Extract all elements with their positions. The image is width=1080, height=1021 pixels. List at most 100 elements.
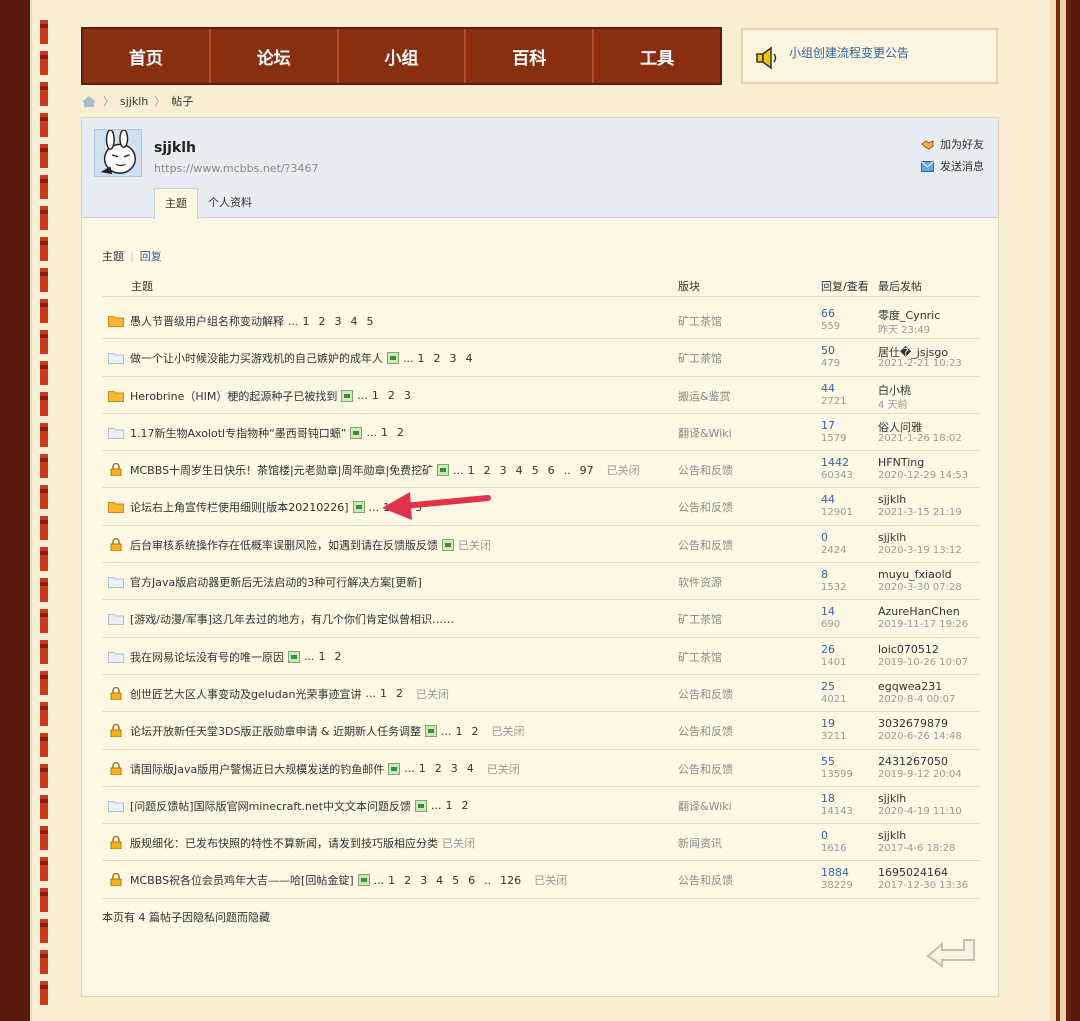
topic-link[interactable]: 愚人节晋级用户组名称变动解释 — [130, 313, 284, 329]
page-link[interactable]: 2 — [335, 650, 342, 663]
reply-count[interactable]: 66 — [821, 307, 835, 320]
last-post-user[interactable]: sjjklh — [878, 792, 906, 805]
folder-icon[interactable] — [108, 575, 124, 589]
page-link[interactable]: 2 — [472, 725, 479, 738]
forum-link[interactable]: 矿工茶馆 — [678, 350, 722, 366]
forum-link[interactable]: 矿工茶馆 — [678, 313, 722, 329]
lock-icon[interactable] — [108, 537, 124, 552]
reply-count[interactable]: 55 — [821, 755, 835, 768]
last-post-user[interactable]: sjjklh — [878, 493, 906, 506]
breadcrumb-user[interactable]: sjjklh — [120, 95, 148, 108]
reply-count[interactable]: 18 — [821, 792, 835, 805]
page-link[interactable]: 1 — [388, 874, 395, 887]
home-icon[interactable] — [81, 95, 97, 108]
forum-link[interactable]: 公告和反馈 — [678, 872, 733, 888]
back-arrow-icon[interactable] — [924, 934, 978, 970]
subtab-replies[interactable]: 回复 — [140, 248, 162, 264]
page-link[interactable]: 1 — [381, 426, 388, 439]
topic-link[interactable]: 官方Java版启动器更新后无法启动的3种可行解决方案[更新] — [130, 574, 422, 590]
page-link[interactable]: .. — [564, 464, 571, 477]
last-post-user[interactable]: 2431267050 — [878, 755, 948, 768]
page-link[interactable]: 2 — [319, 315, 326, 328]
topic-link[interactable]: Herobrine（HIM）梗的起源种子已被找到 — [130, 388, 337, 404]
reply-count[interactable]: 14 — [821, 605, 835, 618]
nav-home[interactable]: 首页 — [83, 29, 211, 83]
page-link[interactable]: 1 — [445, 799, 452, 812]
folder-new-icon[interactable] — [108, 314, 124, 327]
last-post-user[interactable]: muyu_fxiaold — [878, 568, 952, 581]
page-link[interactable]: 3 — [404, 389, 411, 402]
reply-count[interactable]: 1442 — [821, 456, 849, 469]
reply-count[interactable]: 26 — [821, 643, 835, 656]
page-link[interactable]: 6 — [548, 464, 555, 477]
reply-count[interactable]: 44 — [821, 493, 835, 506]
page-link[interactable]: 5 — [367, 315, 374, 328]
lock-icon[interactable] — [108, 724, 124, 738]
forum-link[interactable]: 矿工茶馆 — [678, 649, 722, 665]
last-post-user[interactable]: sjjklh — [878, 829, 906, 842]
page-link[interactable]: 4 — [467, 762, 474, 775]
page-link[interactable]: 1 — [372, 389, 379, 402]
nav-forum[interactable]: 论坛 — [211, 29, 339, 83]
topic-link[interactable]: 论坛右上角宣传栏使用细则[版本20210226] — [130, 499, 349, 515]
lock-icon[interactable] — [108, 761, 124, 776]
tab-profile[interactable]: 个人资料 — [198, 188, 262, 218]
topic-link[interactable]: 请国际版Java版用户警惕近日大规模发送的钓鱼邮件 — [130, 761, 384, 777]
page-link[interactable]: 1 — [468, 464, 475, 477]
folder-icon[interactable] — [108, 650, 124, 663]
topic-link[interactable]: MCBBS十周岁生日快乐！茶馆楼|元老勋章|周年勋章|免费挖矿 — [130, 462, 433, 478]
reply-count[interactable]: 1884 — [821, 866, 849, 879]
page-link[interactable]: 97 — [580, 464, 594, 477]
lock-icon[interactable] — [108, 463, 124, 477]
folder-icon[interactable] — [108, 351, 124, 365]
last-post-user[interactable]: HFNTing — [878, 456, 924, 469]
topic-link[interactable]: 论坛开放新任天堂3DS版正版勋章申请 & 近期新人任务调整 — [130, 723, 421, 739]
page-link[interactable]: .. — [484, 874, 491, 887]
avatar[interactable] — [94, 129, 142, 177]
reply-count[interactable]: 17 — [821, 419, 835, 432]
reply-count[interactable]: 25 — [821, 680, 835, 693]
last-post-user[interactable]: loic070512 — [878, 643, 939, 656]
forum-link[interactable]: 翻译&Wiki — [678, 425, 732, 441]
topic-link[interactable]: 1.17新生物Axolotl专指物种“墨西哥钝口螈” — [130, 425, 346, 441]
forum-link[interactable]: 新闻资讯 — [678, 835, 722, 851]
lock-icon[interactable] — [108, 835, 124, 850]
forum-link[interactable]: 软件资源 — [678, 574, 722, 590]
page-link[interactable]: 4 — [466, 352, 473, 365]
last-post-user[interactable]: 3032679879 — [878, 717, 948, 730]
topic-link[interactable]: [问题反馈帖]国际版官网minecraft.net中文文本问题反馈 — [130, 798, 411, 814]
folder-icon[interactable] — [108, 799, 124, 812]
forum-link[interactable]: 公告和反馈 — [678, 761, 733, 777]
reply-count[interactable]: 44 — [821, 382, 835, 395]
page-link[interactable]: 3 — [500, 464, 507, 477]
page-link[interactable]: 3 — [420, 874, 427, 887]
topic-link[interactable]: 我在网易论坛没有号的唯一原因 — [130, 649, 284, 665]
nav-wiki[interactable]: 百科 — [466, 29, 595, 83]
page-link[interactable]: 2 — [404, 874, 411, 887]
page-link[interactable]: 2 — [435, 762, 442, 775]
nav-tools[interactable]: 工具 — [594, 29, 720, 83]
subtab-topics[interactable]: 主题 — [102, 248, 124, 264]
page-link[interactable]: 4 — [351, 315, 358, 328]
page-link[interactable]: 3 — [451, 762, 458, 775]
folder-new-icon[interactable] — [108, 389, 124, 402]
profile-url[interactable]: https://www.mcbbs.net/?3467 — [154, 162, 318, 175]
page-link[interactable]: 2 — [484, 464, 491, 477]
folder-icon[interactable] — [108, 426, 124, 439]
reply-count[interactable]: 8 — [821, 568, 828, 581]
page-link[interactable]: 1 — [303, 315, 310, 328]
tab-topics[interactable]: 主题 — [154, 188, 198, 219]
forum-link[interactable]: 公告和反馈 — [678, 537, 733, 553]
last-post-user[interactable]: sjjklh — [878, 531, 906, 544]
forum-link[interactable]: 翻译&Wiki — [678, 798, 732, 814]
page-link[interactable]: 2 — [397, 426, 404, 439]
lock-icon[interactable] — [108, 873, 124, 887]
page-link[interactable]: 1 — [419, 762, 426, 775]
page-link[interactable]: 5 — [532, 464, 539, 477]
announcement-link[interactable]: 小组创建流程变更公告 — [789, 46, 909, 60]
page-link[interactable]: 1 — [380, 687, 387, 700]
page-link[interactable]: 3 — [335, 315, 342, 328]
folder-icon[interactable] — [108, 612, 124, 626]
page-link[interactable]: 4 — [516, 464, 523, 477]
page-link[interactable]: 2 — [461, 799, 468, 812]
